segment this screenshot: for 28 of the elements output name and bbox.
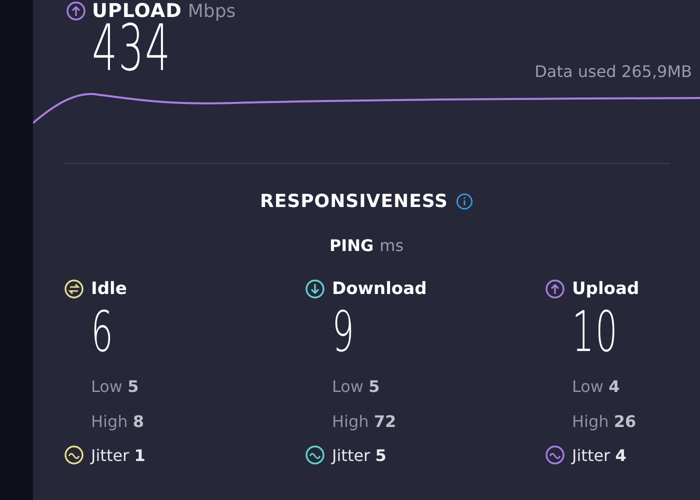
- ping-value: 10: [572, 305, 619, 361]
- low-ping-text: Low 5: [91, 377, 139, 396]
- ping-category-label: Download: [332, 279, 427, 299]
- jitter-text: Jitter 5: [332, 446, 386, 464]
- high-ping-text: High 72: [332, 412, 396, 431]
- high-ping-text: High 26: [572, 412, 636, 431]
- arrow-up-icon: [545, 279, 565, 299]
- wave-icon: [545, 445, 565, 465]
- ping-value: 9: [332, 305, 356, 361]
- jitter-text: Jitter 4: [572, 446, 626, 464]
- info-icon[interactable]: [456, 193, 474, 210]
- jitter-text: Jitter 1: [91, 446, 146, 464]
- responsiveness-title: RESPONSIVENESS: [260, 191, 448, 212]
- ping-category-label: Idle: [91, 279, 127, 299]
- ping-value: 6: [91, 305, 114, 361]
- unit-label: Mbps: [188, 0, 236, 22]
- arrow-up-icon: [66, 1, 86, 21]
- data-used-text: Data used 265,9MB: [534, 62, 692, 81]
- high-ping-text: High 8: [91, 412, 144, 431]
- wave-icon: [305, 445, 325, 465]
- ping-title: PING: [329, 236, 374, 255]
- ping-category-label: Upload: [572, 279, 640, 299]
- low-ping-text: Low 5: [332, 377, 380, 396]
- arrow-down-icon: [305, 279, 325, 299]
- low-ping-text: Low 4: [572, 377, 620, 396]
- unit-label: ms: [380, 236, 404, 255]
- swap-arrows-icon: [64, 279, 84, 299]
- wave-icon: [64, 445, 84, 465]
